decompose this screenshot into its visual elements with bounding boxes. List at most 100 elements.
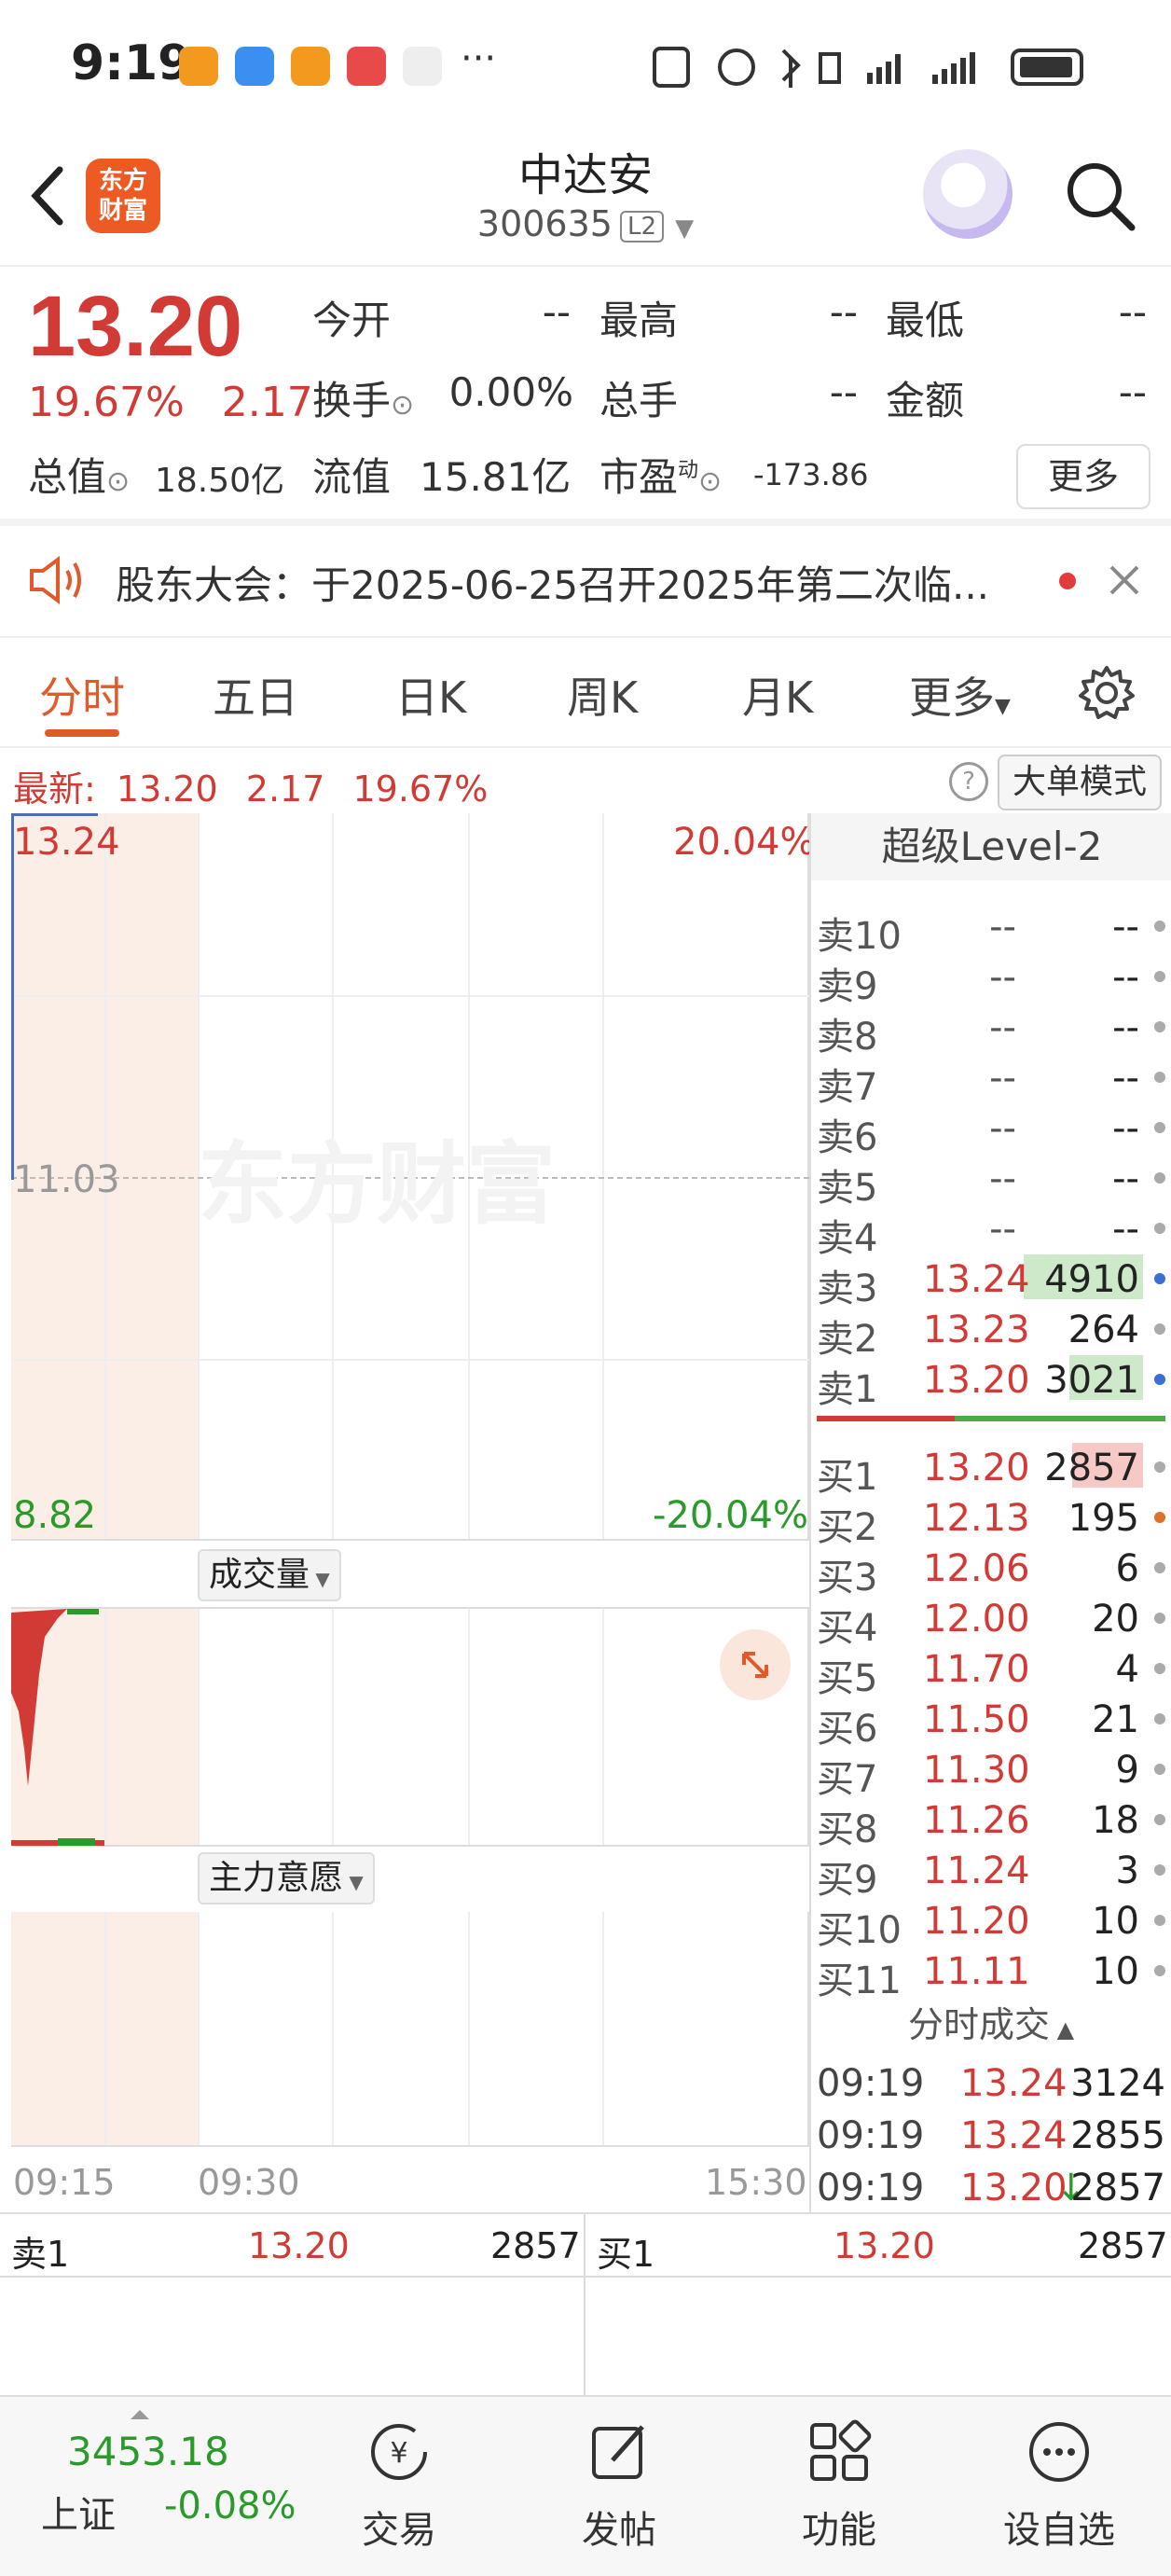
- main-force-indicator-select[interactable]: 主力意愿 ▼: [198, 1852, 375, 1904]
- chart-tabs: 分时 五日 日K 周K 月K 更多▼: [0, 644, 1171, 746]
- bid-row[interactable]: 买11 11.11 10: [811, 1945, 1171, 2002]
- bid-price: 11.24: [923, 1849, 1030, 1892]
- dropdown-arrow-icon: ▼: [310, 1568, 330, 1590]
- bid-price: 13.20: [923, 1447, 1030, 1489]
- trade-time: 09:19: [817, 2114, 925, 2157]
- market-cap-label[interactable]: 总值⊙: [28, 446, 130, 503]
- search-icon[interactable]: [1063, 159, 1137, 233]
- trade-price: 13.24: [960, 2062, 1068, 2105]
- nav-post[interactable]: 发帖: [544, 2417, 694, 2554]
- trade-price: 13.24: [960, 2114, 1068, 2157]
- ask-row[interactable]: 卖4 -- --: [811, 1202, 1171, 1260]
- pe-label[interactable]: 市盈动⊙: [599, 446, 722, 503]
- bid-row[interactable]: 买4 12.00 20: [811, 1592, 1171, 1650]
- order-indicator-dot: [1154, 1021, 1165, 1032]
- svg-text:¥: ¥: [390, 2437, 407, 2470]
- close-icon[interactable]: [1106, 561, 1143, 599]
- trade-time: 09:19: [817, 2062, 925, 2105]
- summary-sell-price: 13.20: [248, 2225, 350, 2266]
- ask-row[interactable]: 卖2 13.23 264: [811, 1303, 1171, 1361]
- nav-trade[interactable]: ¥ 交易: [324, 2417, 474, 2554]
- float-cap-label: 流值: [312, 454, 392, 500]
- dropdown-arrow-icon: ▼: [995, 695, 1011, 718]
- low-label: 最低: [886, 298, 965, 343]
- ask-volume: 264: [1068, 1309, 1139, 1351]
- ai-assistant-avatar[interactable]: [923, 149, 1013, 239]
- settings-gear-icon[interactable]: [1078, 664, 1136, 722]
- dropdown-arrow-icon: ▼: [343, 1871, 364, 1893]
- trade-icon: ¥: [371, 2424, 427, 2480]
- ask-row[interactable]: 卖9 -- --: [811, 950, 1171, 1008]
- collapse-arrow-icon: ▲: [1049, 2016, 1075, 2043]
- axis-high-percent: 20.04%: [673, 821, 816, 864]
- index-name: 上证: [41, 2494, 116, 2537]
- bid-row[interactable]: 买3 12.06 6: [811, 1542, 1171, 1600]
- tab-weekly-k[interactable]: 周K: [567, 664, 638, 726]
- big-order-mode-button[interactable]: 大单模式: [998, 755, 1162, 810]
- ask-label: 卖1: [817, 1368, 878, 1411]
- latest-percent: 19.67%: [352, 769, 489, 810]
- bid-row[interactable]: 买9 11.24 3: [811, 1844, 1171, 1902]
- level2-badge: L2: [619, 210, 664, 242]
- more-quote-button[interactable]: 更多: [1016, 444, 1150, 509]
- notice-bar[interactable]: 股东大会：于2025-06-25召开2025年第二次临...: [0, 526, 1171, 632]
- dropdown-arrow-icon: ▼: [675, 215, 695, 242]
- order-indicator-dot: [1154, 921, 1165, 932]
- open-label: 今开: [312, 298, 392, 343]
- tab-daily-k[interactable]: 日K: [395, 664, 466, 726]
- bid-row[interactable]: 买2 12.13 195: [811, 1491, 1171, 1549]
- nav-add-watchlist[interactable]: 设自选: [985, 2417, 1134, 2554]
- bid-row[interactable]: 买8 11.26 18: [811, 1794, 1171, 1851]
- index-ticker[interactable]: 3453.18 上证 -0.08%: [28, 2410, 298, 2559]
- bid-row[interactable]: 买6 11.50 21: [811, 1693, 1171, 1751]
- bid-price: 11.70: [923, 1648, 1030, 1691]
- tab-intraday[interactable]: 分时: [39, 664, 125, 726]
- bid-row[interactable]: 买1 13.20 2857: [811, 1441, 1171, 1499]
- order-book-title[interactable]: 超级Level-2: [811, 813, 1171, 880]
- speaker-icon: [30, 556, 81, 604]
- ask-volume: 3021: [1044, 1359, 1139, 1402]
- axis-low-price: 8.82: [13, 1494, 97, 1537]
- expand-arrow-icon: [131, 2410, 149, 2419]
- tab-more[interactable]: 更多▼: [909, 664, 1011, 726]
- tab-five-day[interactable]: 五日: [213, 664, 298, 726]
- low-value: --: [1118, 289, 1147, 335]
- ask-price: --: [989, 1107, 1016, 1150]
- trades-header[interactable]: 分时成交 ▲: [811, 1996, 1171, 2052]
- high-label: 最高: [599, 298, 679, 343]
- trade-volume: 3124: [1070, 2062, 1165, 2105]
- bid-row[interactable]: 买10 11.20 10: [811, 1894, 1171, 1952]
- ask-row[interactable]: 卖8 -- --: [811, 1001, 1171, 1059]
- ask-row[interactable]: 卖7 -- --: [811, 1051, 1171, 1109]
- system-status-icons: [653, 47, 1083, 88]
- nav-functions[interactable]: 功能: [765, 2417, 914, 2554]
- ask-row[interactable]: 卖3 13.24 4910: [811, 1253, 1171, 1310]
- bid-volume: 6: [1115, 1547, 1139, 1590]
- help-icon[interactable]: ?: [949, 762, 988, 801]
- bid-price: 11.30: [923, 1749, 1030, 1792]
- order-indicator-dot: [1154, 1273, 1165, 1284]
- intraday-price-chart[interactable]: 东方财富 13.24 20.04% 11.03 8.82 -20.04%: [11, 813, 816, 1541]
- pe-dynamic-sup: 动: [678, 459, 699, 482]
- info-icon: ⊙: [391, 389, 415, 422]
- bid-row[interactable]: 买5 11.70 4: [811, 1642, 1171, 1700]
- bid-row[interactable]: 买7 11.30 9: [811, 1743, 1171, 1801]
- ask-row[interactable]: 卖1 13.20 3021: [811, 1353, 1171, 1411]
- nav-functions-label: 功能: [802, 2509, 876, 2552]
- pe-label-text: 市盈: [599, 454, 679, 500]
- bid-price: 11.50: [923, 1698, 1030, 1741]
- ask-row[interactable]: 卖6 -- --: [811, 1101, 1171, 1159]
- bid-volume: 3: [1115, 1849, 1139, 1892]
- trade-volume: 2857: [1070, 2167, 1165, 2209]
- ask-volume: --: [1112, 1057, 1139, 1100]
- volume-indicator-select[interactable]: 成交量 ▼: [198, 1549, 341, 1601]
- unread-dot: [1059, 573, 1076, 589]
- expand-chart-icon[interactable]: [720, 1629, 791, 1700]
- ask-row[interactable]: 卖10 -- --: [811, 900, 1171, 958]
- market-cap-label-text: 总值: [28, 454, 107, 500]
- summary-sell-volume: 2857: [490, 2225, 581, 2266]
- ask-row[interactable]: 卖5 -- --: [811, 1152, 1171, 1210]
- bid-price: 12.00: [923, 1598, 1030, 1641]
- turnover-label[interactable]: 换手⊙: [312, 369, 414, 426]
- tab-monthly-k[interactable]: 月K: [742, 664, 813, 726]
